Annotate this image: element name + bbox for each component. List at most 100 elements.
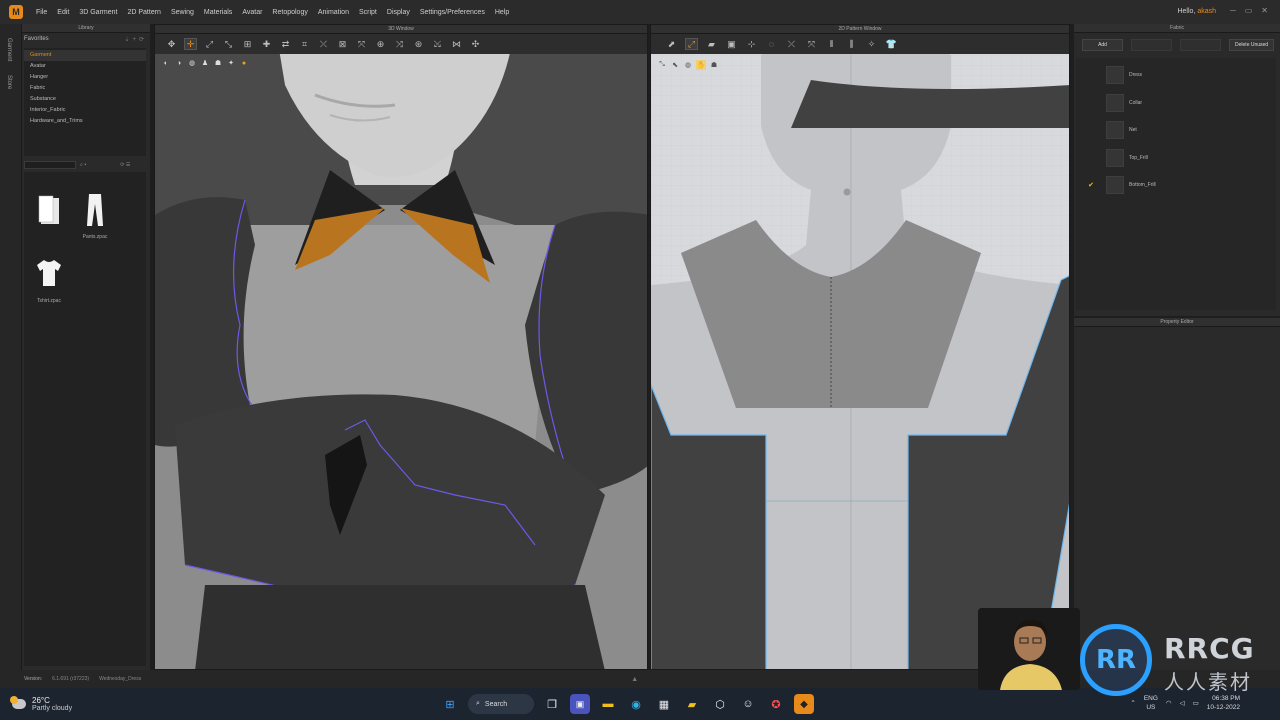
- edit-pattern-icon[interactable]: ⤢: [685, 38, 698, 50]
- maximize-icon[interactable]: ▭: [1245, 6, 1253, 15]
- app-logo-icon[interactable]: M: [9, 5, 23, 19]
- pin-tool-icon[interactable]: ⤢: [203, 38, 216, 50]
- tree-item-hanger[interactable]: Hanger: [24, 72, 146, 83]
- tack-tool-icon[interactable]: ✚: [260, 38, 273, 50]
- fabric-item-bottom-frill[interactable]: ✔ Bottom_Frill: [1076, 174, 1276, 196]
- favorites-controls[interactable]: ⇣+⟳: [124, 36, 150, 46]
- file-explorer-icon[interactable]: ▬: [598, 694, 618, 714]
- shirt-tool-icon[interactable]: 👕: [885, 38, 898, 50]
- file-item-pants[interactable]: Pants.zpac: [74, 192, 116, 240]
- topstitch-tool-icon[interactable]: ⤨: [393, 38, 406, 50]
- show-avatar-icon[interactable]: ⬉: [670, 60, 680, 70]
- 2d-pattern-canvas[interactable]: [651, 25, 1070, 670]
- store-icon[interactable]: ▦: [654, 694, 674, 714]
- 2d-pattern-window[interactable]: 2D Pattern Window ⬈ ⤢ ▰ ▣ ⊹ ◌ ⤫ ⤧ ⦀ ⫼ ✧ …: [650, 24, 1070, 670]
- sew-tool-icon[interactable]: ⤧: [355, 38, 368, 50]
- tab-garment[interactable]: Garment: [6, 38, 12, 61]
- view-mode-icon[interactable]: ⟳ ☰: [120, 162, 130, 168]
- file-item-folder[interactable]: [28, 192, 70, 234]
- show-labels-icon[interactable]: ✋: [696, 60, 706, 70]
- menu-materials[interactable]: Materials: [199, 9, 237, 16]
- menu-2d-pattern[interactable]: 2D Pattern: [122, 9, 165, 16]
- delete-unused-button[interactable]: Delete Unused: [1229, 39, 1275, 51]
- clo3d-icon[interactable]: ◆: [794, 694, 814, 714]
- fabric-item-top-frill[interactable]: Top_Frill: [1076, 147, 1276, 169]
- tab-store[interactable]: Store: [6, 75, 12, 89]
- fit-tool-icon[interactable]: ⊕: [374, 38, 387, 50]
- 3d-viewport[interactable]: [155, 25, 648, 670]
- cut-tool-icon[interactable]: ⌗: [298, 38, 311, 50]
- weather-widget[interactable]: 26°C Partly cloudy: [0, 696, 440, 712]
- edit-curvature-icon[interactable]: ▰: [705, 38, 718, 50]
- select-tool-icon[interactable]: ✥: [165, 38, 178, 50]
- fabric-item-net[interactable]: Net: [1076, 119, 1276, 141]
- menu-retopology[interactable]: Retopology: [267, 9, 312, 16]
- button-tool-icon[interactable]: ⊛: [412, 38, 425, 50]
- menu-script[interactable]: Script: [354, 9, 382, 16]
- chat-icon[interactable]: ✪: [766, 694, 786, 714]
- tack-icon[interactable]: ✧: [865, 38, 878, 50]
- show-baseline-icon[interactable]: ◍: [683, 60, 693, 70]
- tape-tool-icon[interactable]: ⋈: [450, 38, 463, 50]
- fabric-item-dress[interactable]: Dress: [1076, 64, 1276, 86]
- tree-item-avatar[interactable]: Avatar: [24, 61, 146, 72]
- folder-icon[interactable]: ▰: [682, 694, 702, 714]
- task-view-icon[interactable]: ❐: [542, 694, 562, 714]
- tree-item-garment[interactable]: Garment: [24, 50, 146, 61]
- transform-pattern-icon[interactable]: ⬈: [665, 38, 678, 50]
- strengthen-tool-icon[interactable]: ⤫: [317, 38, 330, 50]
- menu-avatar[interactable]: Avatar: [237, 9, 267, 16]
- free-sewing-icon[interactable]: ⫼: [845, 38, 858, 50]
- minimize-icon[interactable]: ─: [1230, 6, 1236, 15]
- add-fabric-button[interactable]: Add: [1082, 39, 1124, 51]
- edge-icon[interactable]: ◉: [626, 694, 646, 714]
- figure-display-icon[interactable]: ♟: [200, 58, 210, 68]
- circle-icon[interactable]: ◌: [765, 38, 778, 50]
- menu-edit[interactable]: Edit: [52, 9, 74, 16]
- menu-animation[interactable]: Animation: [313, 9, 354, 16]
- menu-3d-garment[interactable]: 3D Garment: [74, 9, 122, 16]
- library-search-input[interactable]: [24, 161, 76, 169]
- internal-line-icon[interactable]: ⤫: [785, 38, 798, 50]
- 3d-window[interactable]: 3D Window ✥ ✛ ⤢ ⤡ ⊞ ✚ ⇄ ⌗ ⤫ ⊠ ⤧ ⊕ ⤨ ⊛ ⤩ …: [154, 24, 648, 670]
- zipper-tool-icon[interactable]: ⤩: [431, 38, 444, 50]
- search-options-icon[interactable]: ⌕ ▾: [80, 162, 86, 168]
- render-display-icon[interactable]: ●: [239, 58, 249, 68]
- rectangle-icon[interactable]: ⊹: [745, 38, 758, 50]
- delete-fabric-button[interactable]: [1180, 39, 1222, 51]
- menu-settings[interactable]: Settings/Preferences: [415, 9, 490, 16]
- unity-icon[interactable]: ⬡: [710, 694, 730, 714]
- arrange-tool-icon[interactable]: ⇄: [279, 38, 292, 50]
- avatar-display-icon[interactable]: ◐: [161, 58, 171, 68]
- avatar-tool-icon[interactable]: ✣: [469, 38, 482, 50]
- expand-up-icon[interactable]: ▲: [631, 676, 638, 683]
- menu-help[interactable]: Help: [490, 9, 514, 16]
- file-item-tshirt[interactable]: Tshirt.zpac: [28, 256, 70, 304]
- polygon-icon[interactable]: ▣: [725, 38, 738, 50]
- app-icon[interactable]: ☺: [738, 694, 758, 714]
- show-texture-icon[interactable]: ☗: [709, 60, 719, 70]
- dart-icon[interactable]: ⤧: [805, 38, 818, 50]
- measure-tool-icon[interactable]: ⤡: [222, 38, 235, 50]
- segment-sewing-icon[interactable]: ⦀: [825, 38, 838, 50]
- volume-icon[interactable]: ◁: [1180, 699, 1185, 707]
- taskbar-search[interactable]: ⌕ Search: [468, 694, 534, 714]
- tree-item-hardware[interactable]: Hardware_and_Trims: [24, 116, 146, 127]
- battery-icon[interactable]: ▭: [1193, 699, 1199, 707]
- wifi-icon[interactable]: ◠: [1166, 699, 1172, 707]
- garment-display-icon[interactable]: ◑: [174, 58, 184, 68]
- shrink-tool-icon[interactable]: ⊠: [336, 38, 349, 50]
- teams-icon[interactable]: ▣: [570, 694, 590, 714]
- copy-fabric-button[interactable]: [1131, 39, 1173, 51]
- show-grid-icon[interactable]: ⤡: [657, 60, 667, 70]
- tree-item-fabric[interactable]: Fabric: [24, 83, 146, 94]
- light-display-icon[interactable]: ✦: [226, 58, 236, 68]
- tree-item-substance[interactable]: Substance: [24, 94, 146, 105]
- tree-item-interior-fabric[interactable]: Interior_Fabric: [24, 105, 146, 116]
- fabric-item-collar[interactable]: Collar: [1076, 92, 1276, 114]
- tray-chevron-icon[interactable]: ⌃: [1130, 699, 1135, 707]
- close-icon[interactable]: ✕: [1261, 6, 1268, 15]
- windows-start-icon[interactable]: ⊞: [440, 694, 460, 714]
- fold-tool-icon[interactable]: ⊞: [241, 38, 254, 50]
- hair-display-icon[interactable]: ☗: [213, 58, 223, 68]
